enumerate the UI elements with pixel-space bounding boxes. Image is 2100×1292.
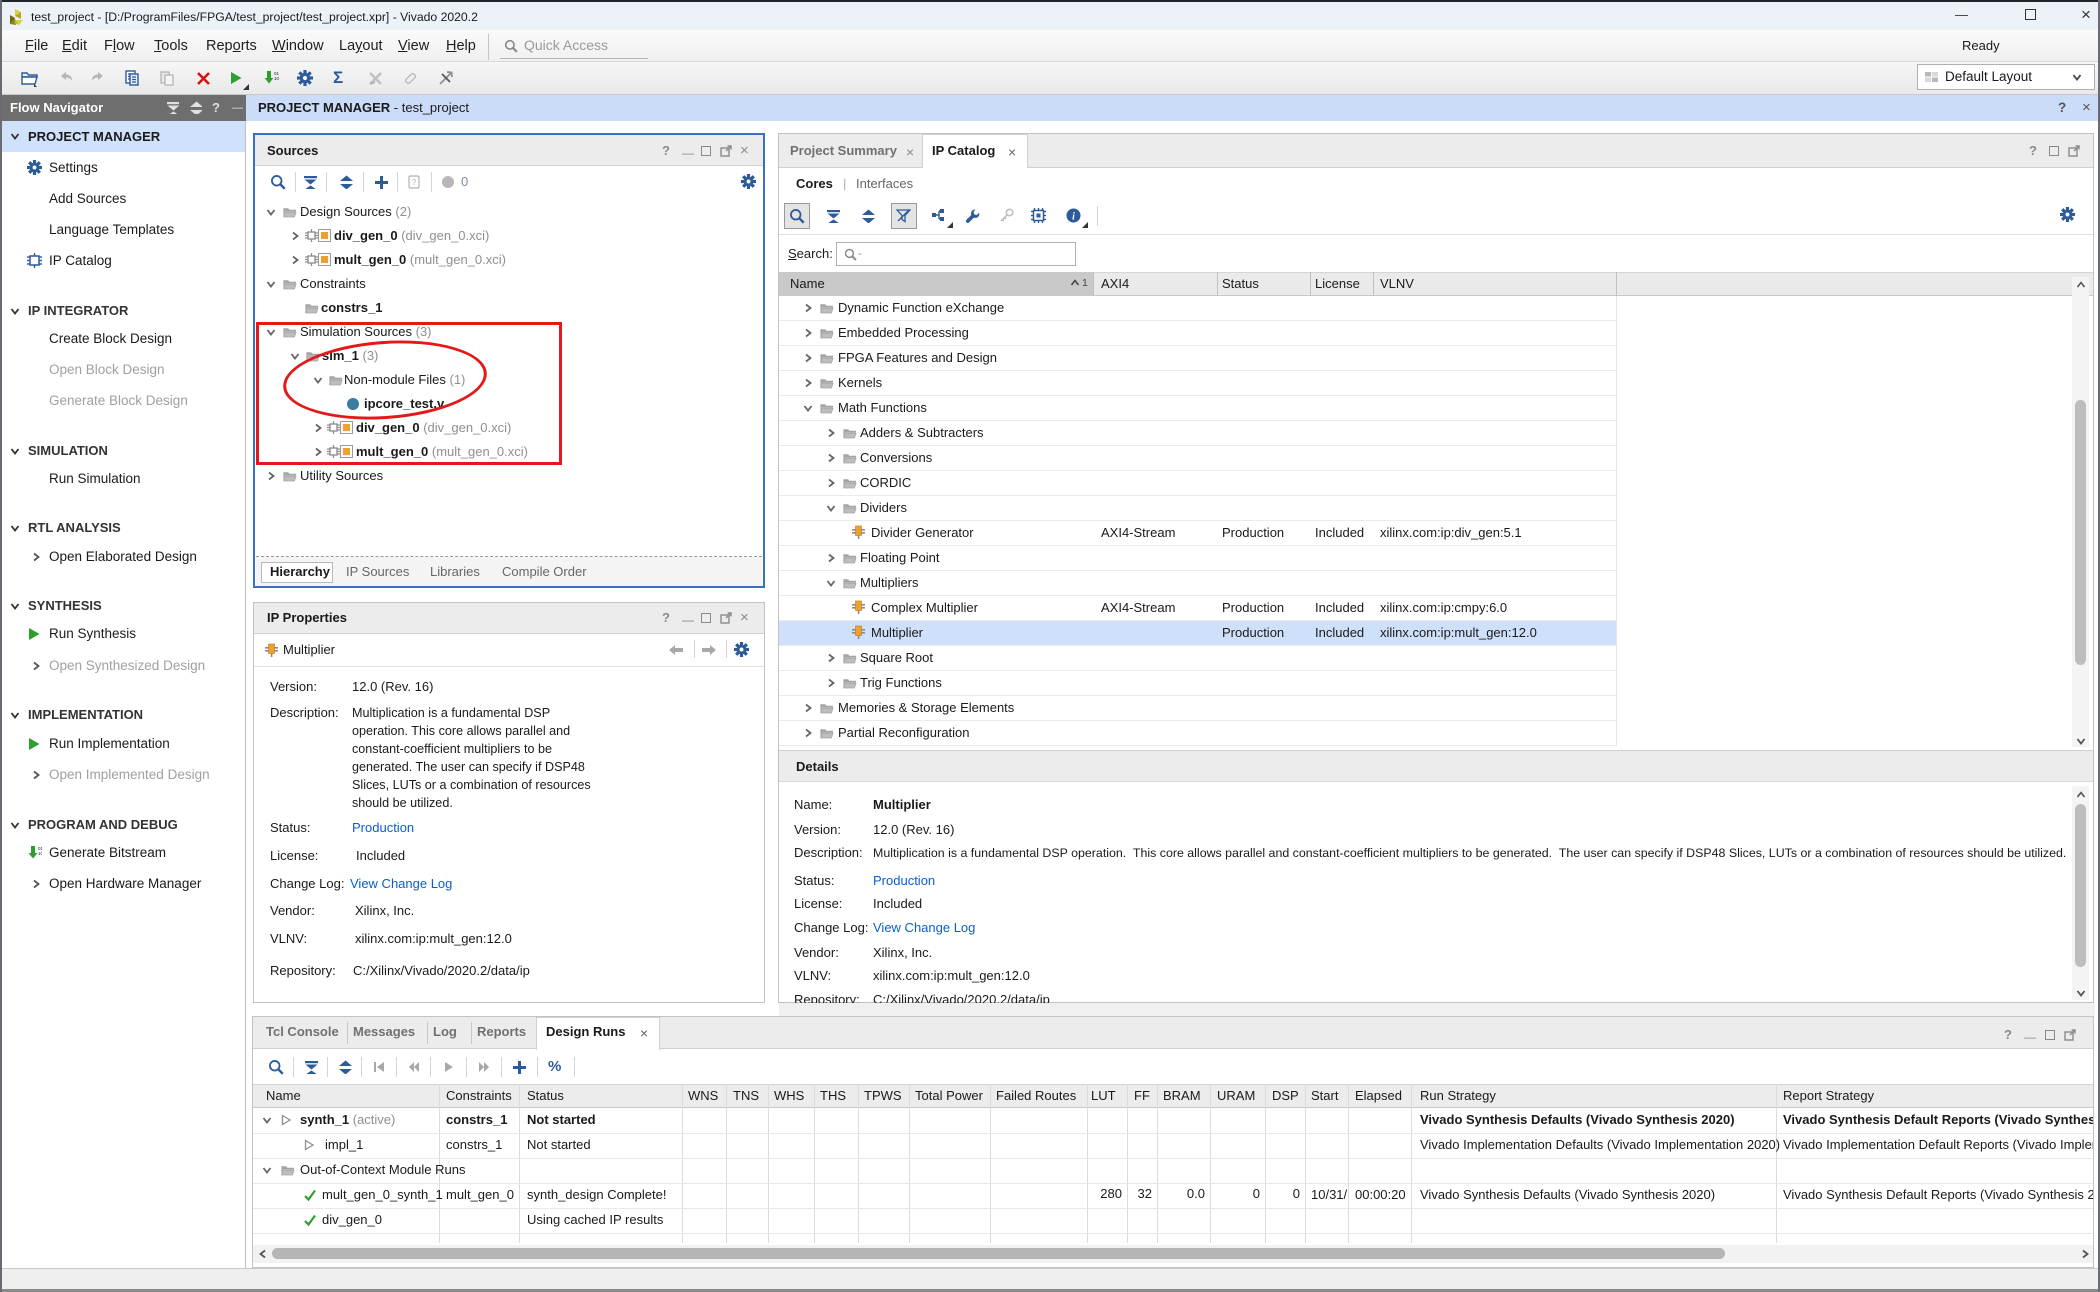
svg-text:?: ? — [412, 178, 417, 187]
svg-text:10: 10 — [274, 76, 279, 81]
svg-text:10: 10 — [38, 851, 42, 856]
svg-text:i: i — [1072, 211, 1075, 222]
